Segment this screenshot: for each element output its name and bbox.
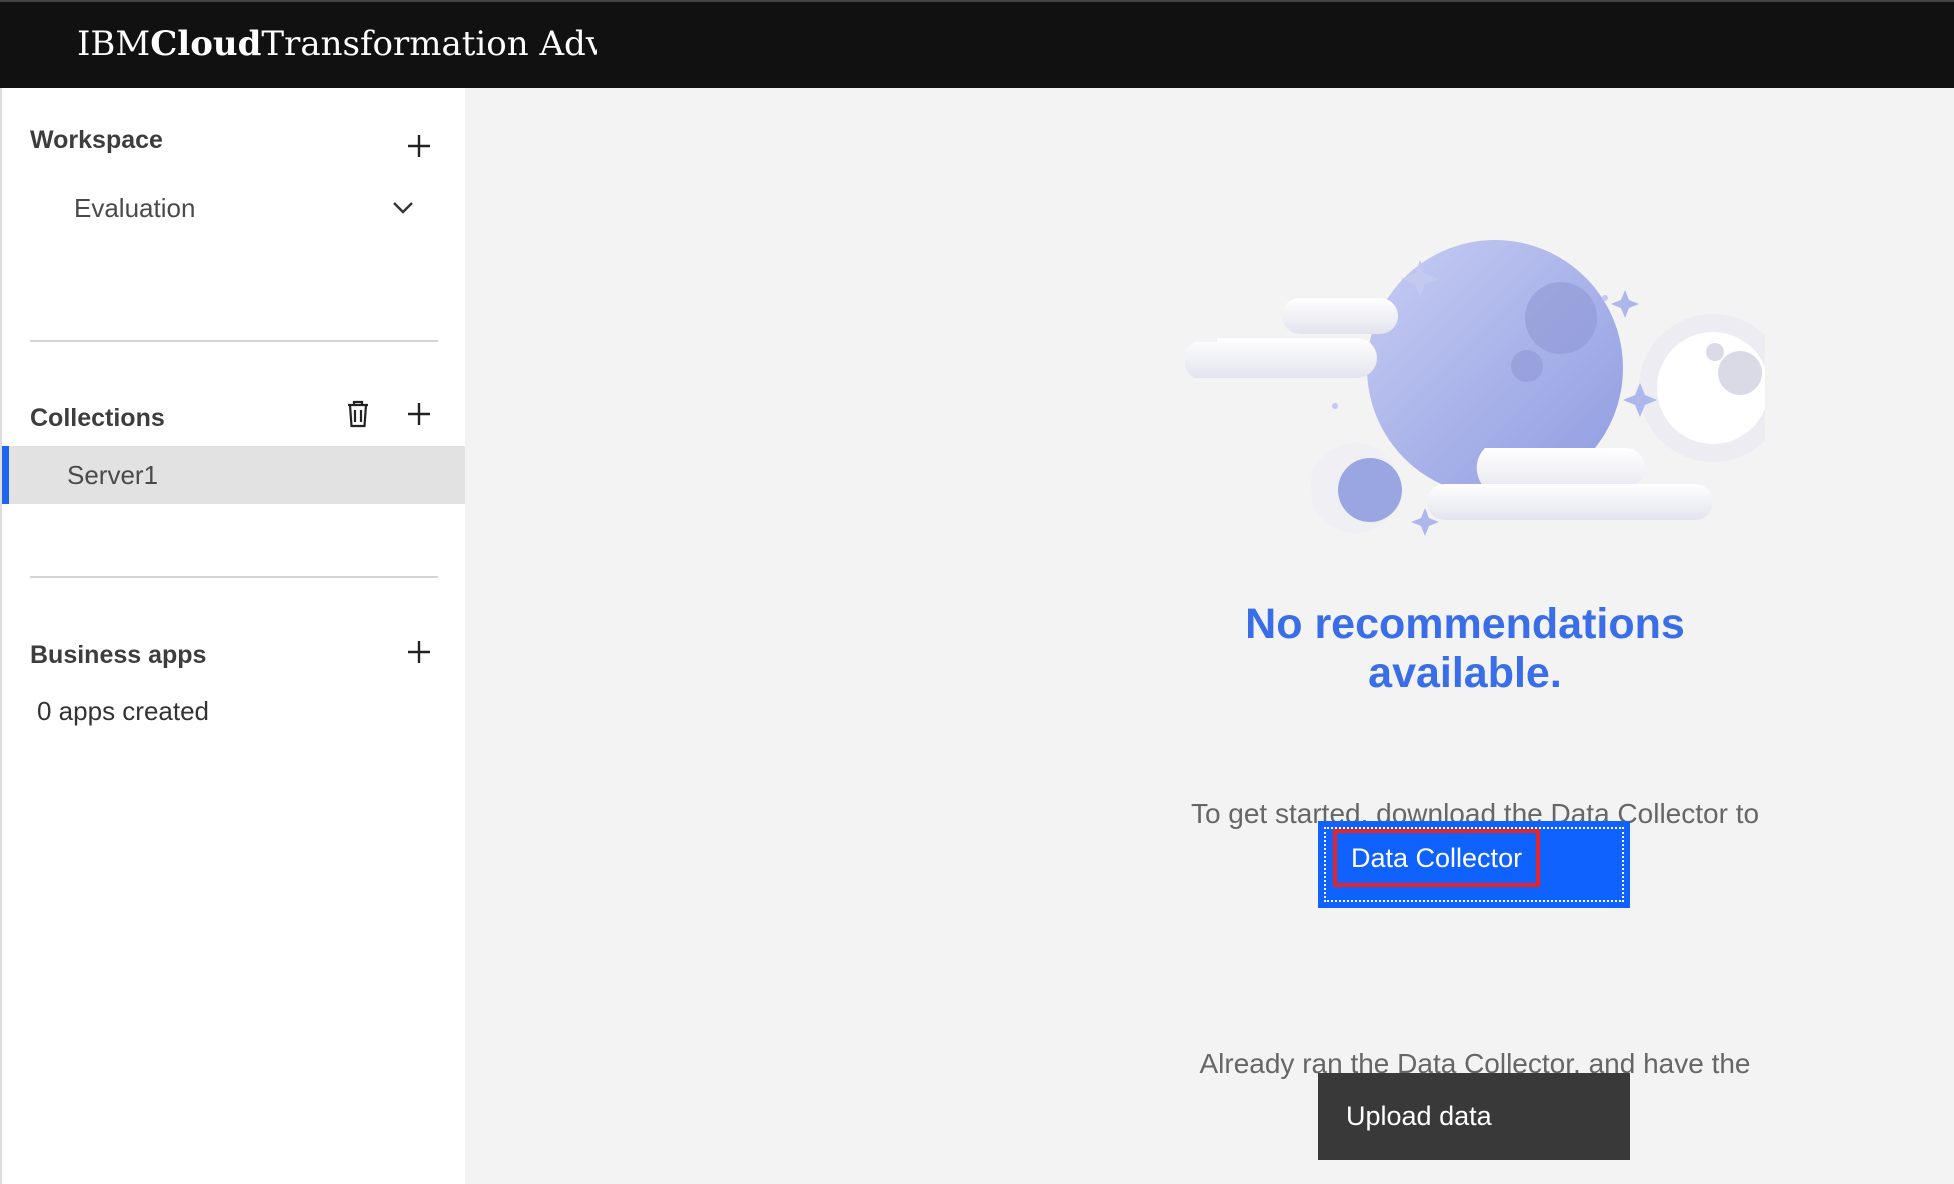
top-header: IBMCloudTransformation Advis [0,0,1954,88]
brand-cloud: Cloud [150,24,262,64]
upload-data-button[interactable]: Upload data [1318,1073,1630,1160]
chevron-down-icon [393,202,413,214]
divider [30,340,438,342]
data-collector-button[interactable]: Data Collector [1318,821,1630,908]
add-icon [408,641,430,663]
apps-count: 0 apps created [37,696,210,726]
add-icon [408,403,430,425]
empty-state-illustration [1185,240,1765,536]
add-business-app-button[interactable] [399,632,439,672]
collection-item-server1[interactable]: Server1 [2,446,467,504]
empty-state-title: No recommendations available. [1245,600,1685,697]
workspace-dropdown[interactable]: Evaluation [74,186,414,230]
data-collector-label: Data Collector [1333,829,1541,887]
collections-title: Collections [30,404,165,432]
sidebar: Workspace Evaluation Collections Server1… [0,88,467,1184]
divider [30,576,438,578]
business-apps-title: Business apps [30,641,207,669]
add-icon [408,135,430,157]
brand-ibm: IBM [77,24,151,64]
trash-icon [348,400,368,428]
upload-data-label: Upload data [1346,1101,1492,1131]
workspace-title: Workspace [30,126,163,154]
add-workspace-button[interactable] [399,126,439,166]
main-content: No recommendations available. To get sta… [465,88,1954,1184]
brand-product: Transformation Advis [261,24,597,64]
collection-item-label: Server1 [67,459,159,490]
add-collection-button[interactable] [399,394,439,434]
product-name[interactable]: IBMCloudTransformation Advis [77,22,597,66]
delete-collection-button[interactable] [338,394,378,434]
workspace-selected: Evaluation [74,192,196,223]
